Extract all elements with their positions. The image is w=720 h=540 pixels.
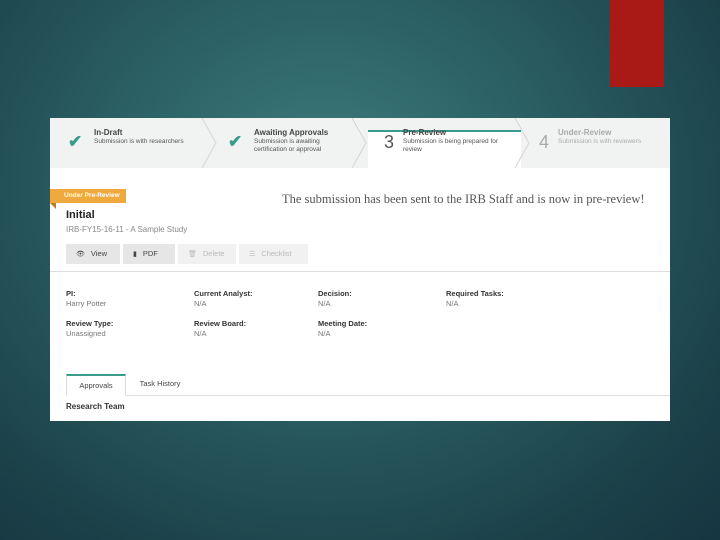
field-value: Unassigned: [66, 329, 106, 338]
field-label: Meeting Date:: [318, 319, 368, 328]
field-value: N/A: [446, 299, 459, 308]
field-label: Decision:: [318, 289, 352, 298]
tab-task-history[interactable]: Task History: [128, 374, 192, 396]
field-decision: Decision: N/A: [318, 289, 352, 309]
step-description: Submission is being prepared for review: [403, 138, 499, 153]
field-label: Review Board:: [194, 319, 247, 328]
field-pi: PI: Harry Potter: [66, 289, 106, 309]
step-title: Pre-Review: [403, 128, 447, 137]
step-number: 4: [539, 132, 550, 152]
chevron-separator: [351, 118, 367, 168]
status-badge: Under Pre-Review: [50, 189, 126, 209]
step-awaiting-approvals[interactable]: ✔ Awaiting Approvals Submission is await…: [228, 128, 368, 158]
field-review-board: Review Board: N/A: [194, 319, 246, 339]
eye-icon: 👁: [76, 251, 85, 258]
step-title: In-Draft: [94, 128, 123, 137]
submission-title: Initial: [66, 209, 95, 221]
tab-approvals[interactable]: Approvals: [66, 374, 126, 396]
field-label: Current Analyst:: [194, 289, 253, 298]
trash-icon: 🗑: [188, 251, 197, 258]
pdf-button[interactable]: ▮ PDF: [123, 244, 175, 264]
step-pre-review[interactable]: 3 Pre-Review Submission is being prepare…: [384, 128, 524, 158]
field-review-type: Review Type: Unassigned: [66, 319, 113, 339]
field-value: N/A: [318, 329, 331, 338]
step-under-review[interactable]: 4 Under-Review Submission is with review…: [539, 128, 669, 158]
field-value: N/A: [318, 299, 331, 308]
step-in-draft[interactable]: ✔ In-Draft Submission is with researcher…: [68, 128, 208, 158]
step-description: Submission is with researchers: [94, 138, 184, 145]
field-label: Review Type:: [66, 319, 114, 328]
check-icon: ✔: [228, 132, 243, 151]
step-title: Awaiting Approvals: [254, 128, 329, 137]
decorative-red-tab: [609, 0, 664, 87]
delete-button[interactable]: 🗑 Delete: [178, 244, 236, 264]
field-label: Required Tasks:: [446, 289, 504, 298]
field-value: N/A: [194, 329, 207, 338]
step-title: Under-Review: [558, 128, 612, 137]
step-description: Submission is with reviewers: [558, 138, 642, 145]
view-button[interactable]: 👁 View: [66, 244, 120, 264]
chevron-separator: [201, 118, 217, 168]
chevron-separator: [514, 118, 530, 168]
field-label: PI:: [66, 289, 76, 298]
field-value: N/A: [194, 299, 207, 308]
divider: [50, 271, 670, 272]
field-analyst: Current Analyst: N/A: [194, 289, 252, 309]
field-value: Harry Potter: [66, 299, 107, 308]
list-icon: ☰: [249, 251, 256, 258]
field-required-tasks: Required Tasks: N/A: [446, 289, 504, 309]
checklist-button[interactable]: ☰ Checklist: [239, 244, 308, 264]
screenshot-panel: ✔ In-Draft Submission is with researcher…: [50, 118, 670, 421]
section-title: Research Team: [66, 402, 125, 411]
field-meeting-date: Meeting Date: N/A: [318, 319, 367, 339]
status-message: The submission has been sent to the IRB …: [282, 192, 645, 206]
file-icon: ▮: [133, 251, 137, 258]
check-icon: ✔: [68, 132, 83, 151]
progress-steps: ✔ In-Draft Submission is with researcher…: [50, 118, 670, 170]
step-number: 3: [384, 132, 395, 152]
tab-bar: Approvals Task History: [66, 374, 670, 396]
step-description: Submission is awaiting certification or …: [254, 138, 322, 153]
submission-id: IRB-FY15-16-11 - A Sample Study: [66, 225, 188, 234]
